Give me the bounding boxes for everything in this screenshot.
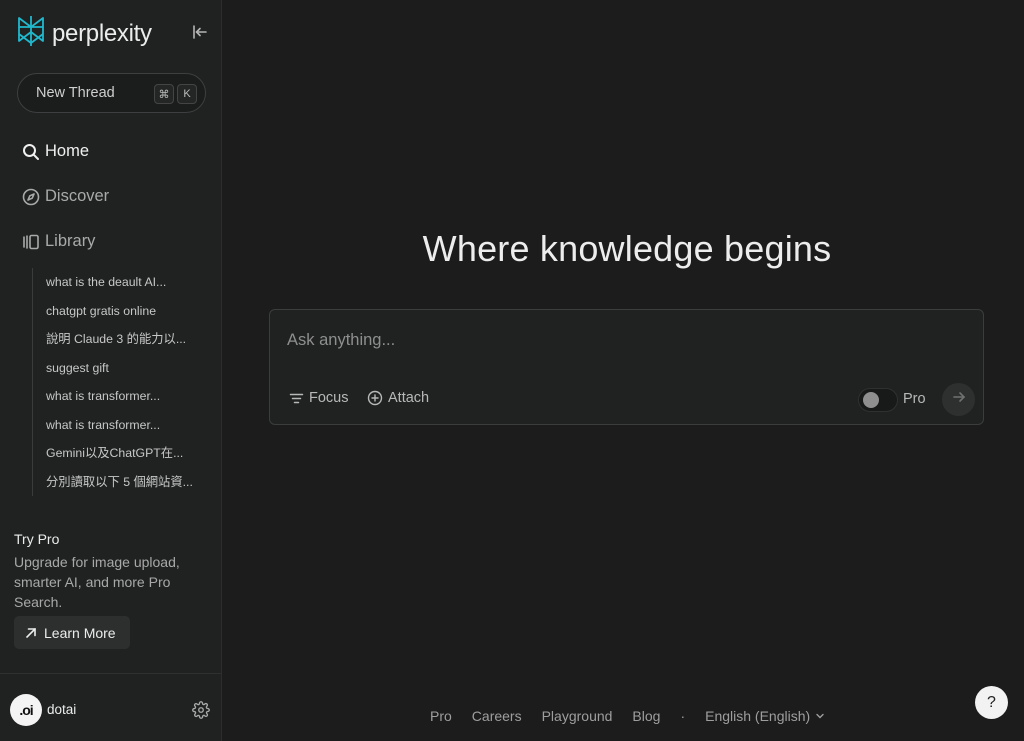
sidebar-divider [0,673,221,674]
shortcut-key-k: K [177,84,197,104]
avatar[interactable]: .oi [10,694,42,726]
sidebar-item-label: Library [45,232,96,250]
sidebar-item-label: Discover [45,187,110,205]
attach-label: Attach [388,390,430,406]
attach-button[interactable]: Attach [367,390,429,406]
pro-label: Pro [903,391,926,407]
history-item[interactable]: suggest gift [33,354,202,383]
arrow-up-right-icon [24,626,38,640]
sidebar: perplexity New Thread ⌘ K Home Discover [0,0,222,741]
sidebar-item-discover[interactable]: Discover [22,187,109,206]
pro-toggle[interactable] [858,388,898,412]
language-selector[interactable]: English (English) [705,708,845,724]
logo[interactable]: perplexity [16,14,152,53]
history-item[interactable]: what is transformer... [33,382,202,411]
app-name: perplexity [52,19,152,47]
username[interactable]: dotai [47,702,76,717]
filter-icon [288,390,304,406]
plus-circle-icon [367,390,383,406]
learn-more-button[interactable]: Learn More [14,616,130,649]
pro-toggle-knob [863,392,879,408]
footer-link-careers[interactable]: Careers [472,708,522,724]
footer-link-blog[interactable]: Blog [632,708,660,724]
sidebar-item-label: Home [45,142,90,160]
shortcut-key-cmd: ⌘ [154,84,174,104]
learn-more-label: Learn More [44,624,116,641]
compass-icon [22,188,40,206]
try-pro-description: Upgrade for image upload, smarter AI, an… [14,554,180,610]
library-icon [22,233,40,251]
focus-button[interactable]: Focus [288,390,349,406]
submit-button[interactable] [942,383,975,416]
gear-icon[interactable] [192,701,210,719]
new-thread-button[interactable]: New Thread ⌘ K [17,73,206,113]
ask-input[interactable] [287,328,947,352]
history-item[interactable]: 分別讀取以下 5 個網站資... [33,468,202,497]
footer-link-pro[interactable]: Pro [430,708,452,724]
new-thread-label: New Thread [36,85,115,101]
perplexity-logo-icon [16,14,46,53]
ask-box: Focus Attach Pro [269,309,984,425]
history-item[interactable]: chatgpt gratis online [33,297,202,326]
footer: Pro Careers Playground Blog · English (E… [430,708,845,724]
history-item[interactable]: what is the deault AI... [33,268,202,297]
history-item[interactable]: Gemini以及ChatGPT在... [33,439,202,468]
arrow-right-icon [952,390,966,409]
collapse-sidebar-icon[interactable] [190,22,210,42]
history-item[interactable]: what is transformer... [33,411,202,440]
history-item[interactable]: 說明 Claude 3 的能力以... [33,325,202,354]
sidebar-item-home[interactable]: Home [22,142,89,161]
footer-separator: · [680,708,686,724]
page-title: Where knowledge begins [422,228,832,269]
chevron-down-icon [815,708,825,724]
thread-history-list: what is the deault AI... chatgpt gratis … [32,268,202,496]
help-button[interactable]: ? [975,686,1008,719]
search-icon [22,143,40,161]
try-pro-panel: Try Pro Upgrade for image upload, smarte… [14,531,210,612]
focus-label: Focus [309,390,349,406]
footer-link-playground[interactable]: Playground [542,708,613,724]
sidebar-item-library[interactable]: Library [22,232,95,251]
language-label: English (English) [705,708,811,724]
try-pro-title: Try Pro [14,531,60,547]
